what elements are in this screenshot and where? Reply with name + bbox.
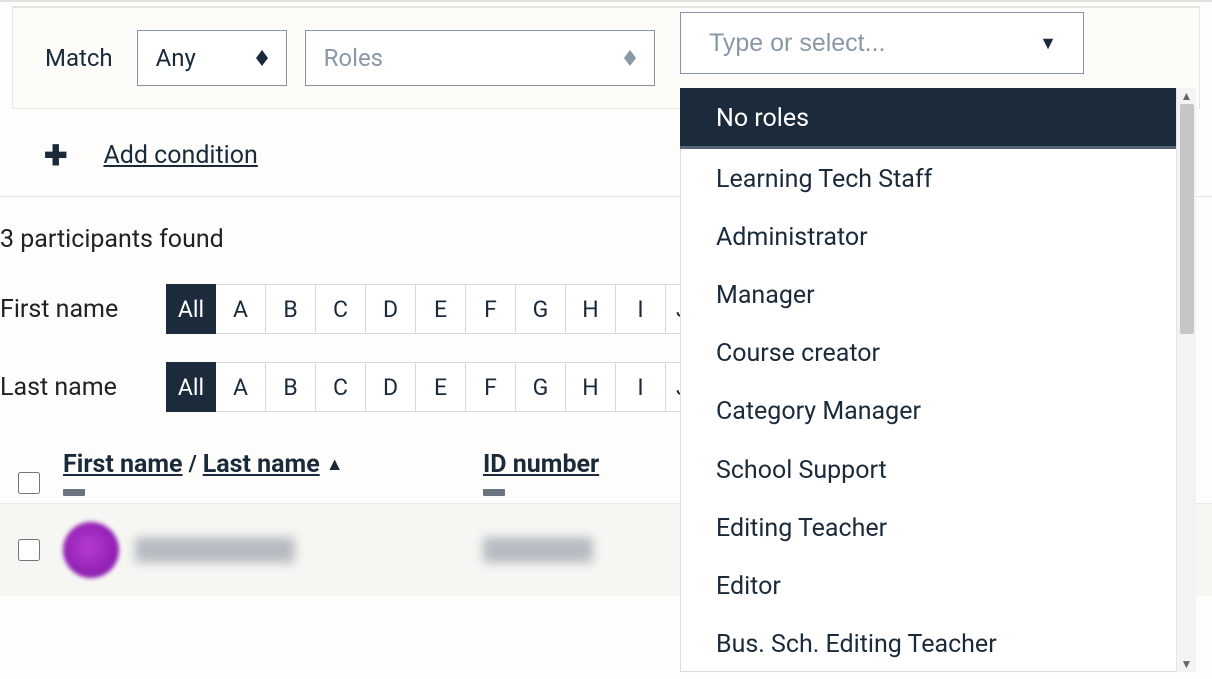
role-combo-input[interactable]: ▼ [680, 12, 1084, 74]
role-option[interactable]: Manager [680, 265, 1176, 323]
match-mode-value: Any [156, 44, 196, 72]
role-option[interactable]: Editor [680, 556, 1176, 614]
filter-field-value: Roles [324, 44, 383, 72]
role-option[interactable]: Administrator [680, 207, 1176, 265]
letter-G[interactable]: G [516, 362, 566, 412]
letter-H[interactable]: H [566, 362, 616, 412]
first-name-filter-label: First name [0, 295, 148, 324]
letter-A[interactable]: A [216, 362, 266, 412]
role-value-dropdown: ▼ No rolesLearning Tech StaffAdministrat… [680, 12, 1196, 672]
letter-I[interactable]: I [616, 362, 666, 412]
letter-all[interactable]: All [166, 362, 216, 412]
role-search-input[interactable] [707, 28, 1039, 59]
role-option-list: No rolesLearning Tech StaffAdministrator… [680, 88, 1176, 672]
sort-asc-icon: ▲ [326, 454, 344, 475]
role-option[interactable]: Bus. Sch. Editing Teacher [680, 614, 1176, 672]
column-separator: / [189, 452, 197, 477]
role-option[interactable]: Category Manager [680, 381, 1176, 439]
role-option[interactable]: Editing Teacher [680, 498, 1176, 556]
role-option[interactable]: No roles [680, 88, 1176, 149]
last-name-letter-buttons: All A B C D E F G H I J [166, 362, 696, 412]
add-condition-link[interactable]: Add condition [103, 141, 257, 170]
role-option[interactable]: Learning Tech Staff [680, 149, 1176, 207]
first-name-letter-buttons: All A B C D E F G H I J [166, 284, 696, 334]
letter-H[interactable]: H [566, 284, 616, 334]
dropdown-scrollbar[interactable]: ▲ ▼ [1176, 88, 1196, 672]
collapse-column-icon[interactable] [63, 489, 85, 496]
collapse-column-icon[interactable] [483, 489, 505, 496]
sort-icon [624, 50, 636, 66]
letter-B[interactable]: B [266, 362, 316, 412]
filter-field-select[interactable]: Roles [305, 30, 655, 86]
scrollbar-thumb[interactable] [1180, 104, 1194, 334]
letter-D[interactable]: D [366, 284, 416, 334]
letter-G[interactable]: G [516, 284, 566, 334]
sort-by-id-number[interactable]: ID number [483, 450, 683, 479]
scroll-down-icon: ▼ [1181, 658, 1193, 670]
letter-B[interactable]: B [266, 284, 316, 334]
sort-by-first-name[interactable]: First name [63, 450, 183, 479]
match-label: Match [45, 44, 113, 72]
letter-F[interactable]: F [466, 284, 516, 334]
letter-C[interactable]: C [316, 284, 366, 334]
letter-D[interactable]: D [366, 362, 416, 412]
letter-E[interactable]: E [416, 362, 466, 412]
letter-all[interactable]: All [166, 284, 216, 334]
participant-name-redacted [135, 537, 295, 563]
plus-icon[interactable]: ✚ [44, 139, 67, 172]
role-option[interactable]: Course creator [680, 323, 1176, 381]
last-name-filter-label: Last name [0, 373, 148, 402]
sort-by-last-name[interactable]: Last name [203, 450, 320, 479]
role-option[interactable]: School Support [680, 440, 1176, 498]
participant-id-redacted [483, 537, 593, 563]
sort-icon [256, 50, 268, 66]
letter-E[interactable]: E [416, 284, 466, 334]
letter-A[interactable]: A [216, 284, 266, 334]
scroll-up-icon: ▲ [1181, 90, 1193, 102]
letter-I[interactable]: I [616, 284, 666, 334]
match-mode-select[interactable]: Any [137, 30, 287, 86]
row-checkbox[interactable] [18, 539, 40, 561]
select-all-checkbox[interactable] [18, 472, 40, 494]
letter-C[interactable]: C [316, 362, 366, 412]
chevron-down-icon: ▼ [1039, 33, 1057, 54]
letter-F[interactable]: F [466, 362, 516, 412]
avatar [63, 522, 119, 578]
